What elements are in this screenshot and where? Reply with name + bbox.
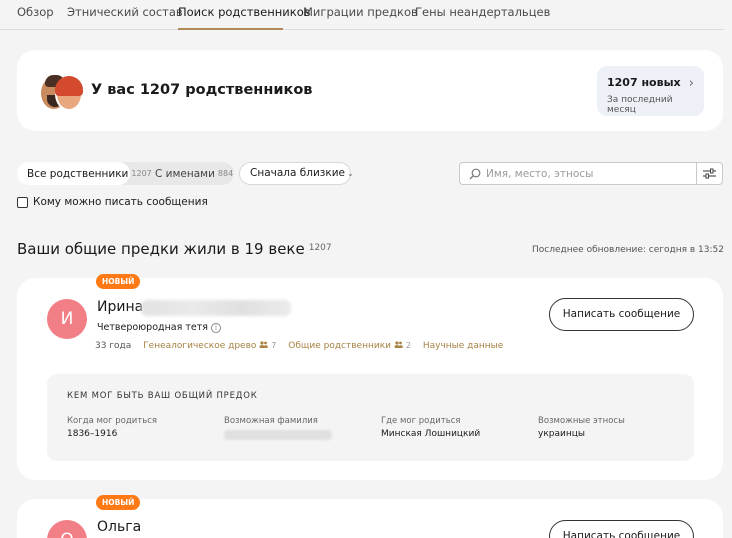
birth-years-label: Когда мог родиться bbox=[67, 416, 158, 426]
tab-ancestor-migrations[interactable]: Миграции предков bbox=[303, 5, 418, 19]
info-icon[interactable]: i bbox=[210, 323, 221, 333]
common-relatives-label: Общие родственники bbox=[288, 341, 391, 351]
new-relatives-button[interactable]: 1207 новых За последний месяц › bbox=[597, 66, 704, 116]
search-input[interactable] bbox=[486, 164, 696, 183]
relatives-filter-segment: Все родственники 1207 С именами 884 bbox=[17, 162, 234, 185]
relatives-summary-card: У вас 1207 родственников 1207 новых За п… bbox=[17, 50, 723, 131]
ethnos-value: украинцы bbox=[538, 429, 585, 439]
relation-degree: Четвероюродная тетя i bbox=[97, 322, 221, 333]
search-box bbox=[459, 162, 723, 185]
filter-all-relatives[interactable]: Все родственники 1207 bbox=[17, 162, 152, 185]
people-icon bbox=[394, 341, 403, 348]
hidden-surname-value bbox=[224, 430, 332, 440]
relative-card: НОВЫЙ И Ирина Четвероюродная тетя i 33 го… bbox=[17, 274, 723, 480]
relative-name[interactable]: Ирина bbox=[97, 299, 143, 315]
filter-with-names[interactable]: С именами 884 bbox=[143, 162, 233, 185]
hidden-surname bbox=[141, 300, 291, 316]
birth-years-value: 1836–1916 bbox=[67, 429, 118, 439]
relatives-avatars bbox=[39, 71, 83, 113]
search-icon bbox=[469, 168, 481, 180]
relative-age: 33 года bbox=[95, 341, 132, 351]
common-ancestor-title: КЕМ МОГ БЫТЬ ВАШ ОБЩИЙ ПРЕДОК bbox=[67, 391, 258, 401]
family-tree-link[interactable]: Генеалогическое древо 7 bbox=[143, 341, 276, 351]
birthplace-value: Минская Лошницкий bbox=[381, 429, 481, 439]
people-icon bbox=[259, 341, 269, 348]
relative-meta: 33 года Генеалогическое древо 7 Общие ро… bbox=[95, 341, 503, 351]
ancestor-birthplace: Где мог родиться Минская Лошницкий bbox=[381, 416, 480, 439]
surname-label: Возможная фамилия bbox=[224, 416, 318, 426]
last-updated: Последнее обновление: сегодня в 13:52 bbox=[532, 245, 724, 255]
ancestor-birth-years: Когда мог родиться 1836–1916 bbox=[67, 416, 157, 439]
common-relatives-count: 2 bbox=[405, 341, 411, 350]
family-tree-label: Генеалогическое древо bbox=[143, 341, 257, 351]
ancestor-ethnos: Возможные этносы украинцы bbox=[538, 416, 625, 439]
section-title: Ваши общие предки жили в 19 веке 1207 bbox=[17, 240, 332, 258]
avatar[interactable]: И bbox=[47, 299, 87, 339]
tab-neanderthal-genes[interactable]: Гены неандертальцев bbox=[415, 5, 550, 19]
birthplace-label: Где мог родиться bbox=[381, 416, 461, 426]
new-relatives-period: За последний месяц bbox=[607, 95, 673, 115]
top-tabs: Обзор Этнический состав Поиск родственни… bbox=[0, 0, 724, 30]
section-count: 1207 bbox=[308, 243, 332, 253]
ancestor-surname: Возможная фамилия bbox=[224, 416, 332, 440]
section-title-text: Ваши общие предки жили в 19 веке bbox=[17, 240, 305, 258]
new-relatives-count: 1207 новых bbox=[607, 76, 681, 89]
avatar[interactable]: О bbox=[47, 520, 87, 538]
filter-named-label: С именами bbox=[155, 168, 215, 180]
write-message-button[interactable]: Написать сообщение bbox=[549, 298, 694, 331]
chevron-right-icon: › bbox=[688, 76, 694, 91]
tab-ethnic-composition[interactable]: Этнический состав bbox=[67, 5, 183, 19]
tab-relatives-search[interactable]: Поиск родственников bbox=[178, 5, 311, 19]
ethnos-label: Возможные этносы bbox=[538, 416, 625, 426]
filter-icon bbox=[703, 168, 716, 179]
relation-label: Четвероюродная тетя bbox=[97, 322, 208, 333]
sort-dropdown[interactable]: Сначала близкие ⌄ bbox=[239, 162, 354, 185]
can-message-label: Кому можно писать сообщения bbox=[33, 196, 208, 208]
tab-overview[interactable]: Обзор bbox=[17, 5, 54, 19]
sort-label: Сначала близкие bbox=[250, 167, 345, 179]
write-message-button[interactable]: Написать сообщение bbox=[549, 520, 694, 538]
can-message-checkbox[interactable] bbox=[17, 197, 28, 208]
family-tree-count: 7 bbox=[271, 341, 277, 350]
new-badge: НОВЫЙ bbox=[96, 274, 141, 289]
relatives-count-title: У вас 1207 родственников bbox=[91, 82, 313, 98]
chevron-down-icon: ⌄ bbox=[346, 169, 354, 178]
relative-card: НОВЫЙ О Ольга Написать сообщение bbox=[17, 495, 723, 538]
active-tab-indicator bbox=[178, 28, 283, 30]
new-badge: НОВЫЙ bbox=[96, 495, 141, 510]
common-relatives-link[interactable]: Общие родственники 2 bbox=[288, 341, 411, 351]
advanced-filter-button[interactable] bbox=[696, 163, 722, 184]
filter-named-count: 884 bbox=[217, 169, 234, 178]
relative-name[interactable]: Ольга bbox=[97, 519, 141, 535]
avatar bbox=[55, 76, 83, 111]
common-ancestor-panel: КЕМ МОГ БЫТЬ ВАШ ОБЩИЙ ПРЕДОК Когда мог … bbox=[47, 374, 694, 461]
filter-all-label: Все родственники bbox=[27, 168, 129, 180]
scientific-data-link[interactable]: Научные данные bbox=[423, 341, 503, 351]
